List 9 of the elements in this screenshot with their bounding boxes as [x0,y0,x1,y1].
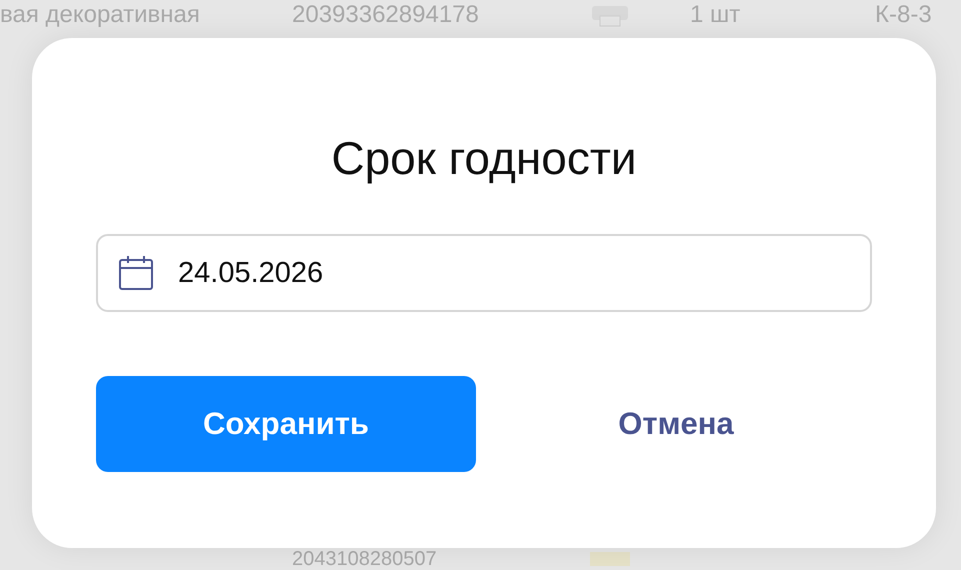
date-field[interactable]: 24.05.2026 [96,234,872,312]
barcode: 2043108280507 [292,548,438,570]
quantity: 1 шт [690,1,742,29]
save-button[interactable]: Сохранить [96,376,476,472]
product-name: вая декоративная [0,1,201,29]
cancel-button[interactable]: Отмена [486,376,866,472]
storage-cell: К-8-3 [875,1,932,29]
barcode: 20393362894178 [292,1,480,29]
dialog-title: Срок годности [331,131,637,186]
